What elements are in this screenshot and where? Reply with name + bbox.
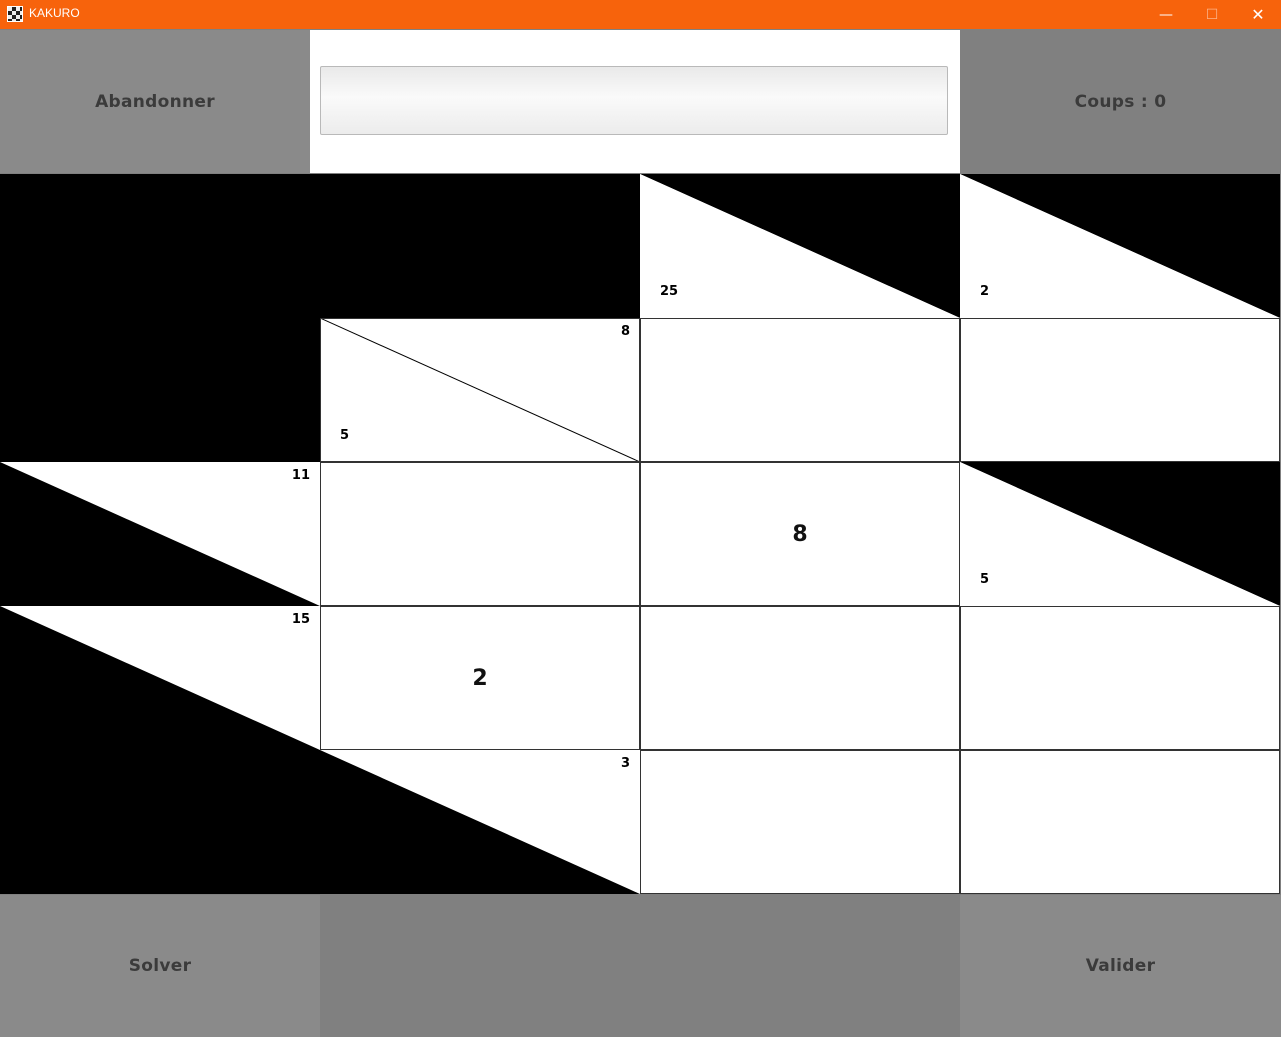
validate-label: Valider: [1085, 956, 1156, 976]
clue-diagonal: [960, 462, 1280, 606]
moves-counter: Coups : 0: [960, 30, 1281, 173]
app-icon: [7, 6, 23, 22]
input-cell[interactable]: [960, 318, 1280, 462]
clue-cell: 58: [320, 318, 640, 462]
input-cell[interactable]: [640, 606, 960, 750]
validate-button[interactable]: Valider: [960, 895, 1281, 1037]
cell-value: [961, 319, 1279, 461]
clue-cell: 5: [960, 462, 1280, 606]
cell-value: 8: [792, 521, 808, 547]
message-field: [320, 66, 948, 135]
clue-diagonal: [0, 606, 320, 750]
input-cell[interactable]: [960, 606, 1280, 750]
clue-diagonal: [320, 318, 640, 462]
across-clue: 8: [620, 324, 630, 339]
cell-value: [961, 607, 1279, 749]
maximize-button[interactable]: ☐: [1189, 0, 1235, 29]
window-title: KAKURO: [29, 6, 80, 20]
input-cell[interactable]: 2: [320, 606, 640, 750]
title-bar: KAKURO — ☐ ✕: [0, 0, 1281, 29]
input-cell[interactable]: [960, 750, 1280, 894]
clue-diagonal: [0, 462, 320, 606]
across-clue: 11: [291, 468, 310, 483]
cell-value: [961, 751, 1279, 893]
across-clue: 15: [291, 612, 310, 627]
input-cell[interactable]: [640, 318, 960, 462]
black-cell: [0, 174, 320, 318]
clue-cell: 11: [0, 462, 320, 606]
input-cell[interactable]: [640, 750, 960, 894]
across-clue: 3: [620, 756, 630, 771]
cell-value: [641, 607, 959, 749]
clue-diagonal: [320, 750, 640, 894]
cell-value: [641, 319, 959, 461]
moves-label: Coups : 0: [1074, 91, 1167, 112]
black-cell: [320, 174, 640, 318]
clue-cell: 15: [0, 606, 320, 750]
minimize-button[interactable]: —: [1143, 0, 1189, 29]
black-cell: [0, 750, 320, 894]
cell-value: 2: [472, 665, 488, 691]
input-cell[interactable]: 8: [640, 462, 960, 606]
clue-cell: 25: [640, 174, 960, 318]
down-clue: 5: [340, 428, 350, 443]
input-cell[interactable]: [320, 462, 640, 606]
abandon-label: Abandonner: [95, 91, 215, 112]
clue-diagonal: [640, 174, 960, 318]
clue-diagonal: [960, 174, 1280, 318]
clue-cell: 3: [320, 750, 640, 894]
black-cell: [0, 318, 320, 462]
down-clue: 5: [980, 572, 990, 587]
solver-button[interactable]: Solver: [0, 895, 320, 1037]
message-panel: [310, 30, 960, 173]
clue-cell: 2: [960, 174, 1280, 318]
down-clue: 25: [660, 284, 679, 299]
down-clue: 2: [980, 284, 990, 299]
bottom-spacer: [320, 895, 960, 1037]
close-button[interactable]: ✕: [1235, 0, 1281, 29]
solver-label: Solver: [128, 956, 192, 976]
cell-value: [641, 751, 959, 893]
kakuro-board: 25 2 5 8 11 8 5 15 2 3: [0, 174, 1280, 894]
cell-value: [321, 463, 639, 605]
abandon-button[interactable]: Abandonner: [0, 30, 310, 173]
